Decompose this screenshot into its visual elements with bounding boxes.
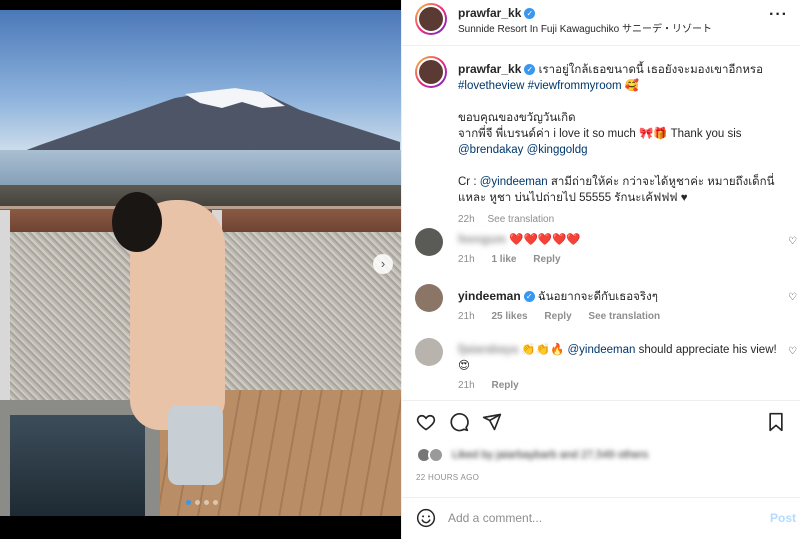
mount-fuji bbox=[0, 88, 400, 160]
caption-emoji: 🥰 bbox=[624, 80, 640, 92]
comment-body: feengum ❤️❤️❤️❤️❤️ 21h 1 like Reply bbox=[458, 232, 778, 268]
like-comment-heart-icon[interactable]: ♡ bbox=[788, 292, 797, 303]
reply-button[interactable]: Reply bbox=[544, 311, 571, 322]
post-photo[interactable] bbox=[0, 10, 401, 516]
comment-time[interactable]: 21h bbox=[458, 311, 475, 322]
caption-line2: ขอบคุณของขวัญวันเกิด bbox=[458, 112, 576, 124]
caption-username[interactable]: prawfar_kk bbox=[458, 62, 521, 76]
post-header: prawfar_kk ✓ Sunnide Resort In Fuji Kawag… bbox=[402, 0, 800, 46]
post-timestamp[interactable]: 22 HOURS AGO bbox=[416, 473, 479, 482]
comment-time[interactable]: 21h bbox=[458, 254, 475, 265]
verified-icon: ✓ bbox=[523, 291, 535, 302]
caption-hashtags[interactable]: #lovetheview #viewfrommyroom bbox=[458, 80, 622, 92]
add-comment-bar: Post bbox=[402, 497, 800, 539]
carousel-dot bbox=[195, 500, 200, 505]
header-username[interactable]: prawfar_kk ✓ bbox=[458, 6, 536, 20]
caption-credit-mention[interactable]: @yindeeman bbox=[480, 176, 548, 188]
comment-bubble-icon[interactable] bbox=[448, 412, 470, 434]
comment-body: yindeeman ✓ ฉันอยากจะดีกับเธอจริงๆ 21h 25… bbox=[458, 288, 778, 325]
avatar[interactable] bbox=[415, 56, 447, 88]
caption-line3: จากพี่จี พี่เบรนด์ค่า i love it so much … bbox=[458, 128, 742, 140]
carousel-dots bbox=[186, 500, 218, 505]
verified-icon: ✓ bbox=[524, 64, 536, 75]
see-translation-link[interactable]: See translation bbox=[588, 311, 660, 322]
likes-summary[interactable]: Liked by jaiarbaybarb and 27,549 others bbox=[416, 447, 648, 463]
share-send-icon[interactable] bbox=[481, 412, 503, 434]
carousel-dot bbox=[204, 500, 209, 505]
like-comment-heart-icon[interactable]: ♡ bbox=[788, 346, 797, 357]
photo-towel bbox=[168, 405, 223, 485]
carousel-dot bbox=[213, 500, 218, 505]
comment-text: should appreciate his view! bbox=[638, 344, 777, 356]
caption-line1: เราอยู่ใกล้เธอขนาดนี้ เธอยังจะมองเขาอีกห… bbox=[538, 64, 763, 76]
photo-sky bbox=[0, 10, 401, 160]
post-location[interactable]: Sunnide Resort In Fuji Kawaguchiko サニーデ・… bbox=[458, 20, 712, 35]
avatar[interactable] bbox=[415, 3, 447, 35]
caption-text: prawfar_kk ✓ เราอยู่ใกล้เธอขนาดนี้ เธอยัง… bbox=[458, 61, 790, 228]
caption-credit-prefix: Cr : bbox=[458, 176, 477, 188]
like-heart-icon[interactable] bbox=[415, 412, 437, 434]
carousel-dot bbox=[186, 500, 191, 505]
comment-text: ❤️❤️❤️❤️❤️ bbox=[509, 234, 581, 246]
comment-username[interactable]: feengum bbox=[458, 234, 506, 246]
comment-mention[interactable]: @yindeeman bbox=[567, 344, 635, 356]
post-comment-button[interactable]: Post bbox=[770, 511, 796, 525]
photo-bath-water bbox=[10, 415, 145, 516]
comment-time[interactable]: 21h bbox=[458, 380, 475, 391]
emoji-picker-icon[interactable] bbox=[416, 508, 436, 533]
avatar[interactable] bbox=[415, 338, 443, 366]
comment-emoji: 👏👏🔥 bbox=[521, 344, 565, 356]
reply-button[interactable]: Reply bbox=[491, 380, 518, 391]
see-translation-link[interactable]: See translation bbox=[487, 214, 554, 225]
comment-input[interactable] bbox=[448, 511, 748, 525]
next-image-icon[interactable]: › bbox=[373, 254, 393, 274]
comment-text: ฉันอยากจะดีกับเธอจริงๆ bbox=[537, 291, 658, 303]
comments-panel: prawfar_kk ✓ Sunnide Resort In Fuji Kawag… bbox=[401, 0, 800, 539]
comment-username[interactable]: fjaiarabaya bbox=[458, 344, 518, 356]
avatar[interactable] bbox=[415, 228, 443, 256]
verified-icon: ✓ bbox=[524, 8, 536, 19]
caption-mentions[interactable]: @brendakay @kinggoldg bbox=[458, 144, 587, 156]
avatar[interactable] bbox=[415, 284, 443, 312]
bookmark-icon[interactable] bbox=[765, 412, 787, 434]
comment-likes[interactable]: 25 likes bbox=[491, 311, 527, 322]
like-comment-heart-icon[interactable]: ♡ bbox=[788, 236, 797, 247]
post-actions bbox=[402, 400, 800, 440]
avatar bbox=[428, 447, 444, 463]
comment-username[interactable]: yindeeman bbox=[458, 289, 521, 303]
comment-emoji-2: 😍 bbox=[458, 360, 470, 372]
more-horizontal-icon[interactable]: ··· bbox=[769, 6, 788, 24]
photo-person-hair bbox=[112, 192, 162, 252]
likes-text[interactable]: Liked by jaiarbaybarb and 27,549 others bbox=[452, 449, 648, 461]
photo-post bbox=[0, 210, 10, 400]
comment-body: fjaiarabaya 👏👏🔥 @yindeeman should apprec… bbox=[458, 342, 778, 394]
caption-time[interactable]: 22h bbox=[458, 214, 475, 225]
post-media[interactable]: › bbox=[0, 0, 401, 539]
reply-button[interactable]: Reply bbox=[533, 254, 560, 265]
comment-likes[interactable]: 1 like bbox=[491, 254, 516, 265]
